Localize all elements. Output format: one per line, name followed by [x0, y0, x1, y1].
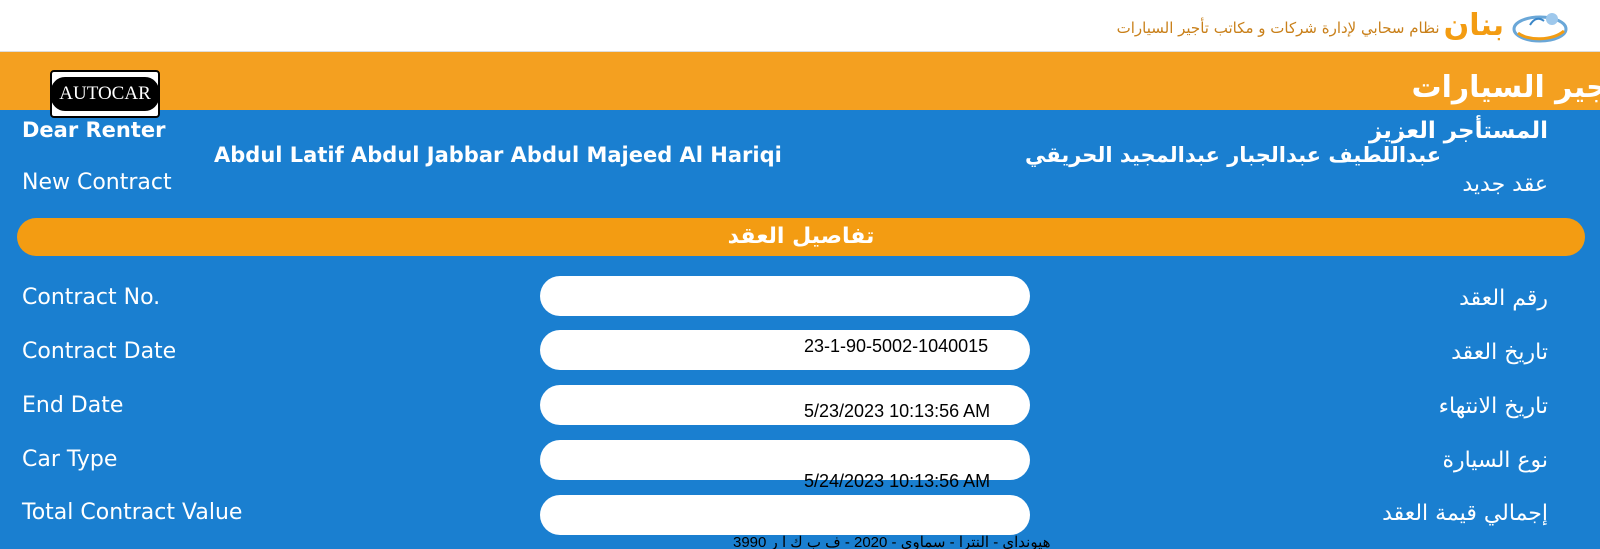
renter-name-ar: عبداللطيف عبدالجبار عبدالمجيد الحريقي: [1025, 143, 1442, 167]
contract-status-ar: عقد جديد: [1462, 172, 1548, 197]
greeting-ar: المستأجر العزيز: [1368, 118, 1548, 144]
autocar-logo-text: AUTOCAR: [51, 77, 159, 111]
car-cloud-logo-icon: [1508, 7, 1570, 45]
label-contract-date-ar: تاريخ العقد: [1451, 340, 1548, 365]
brand[interactable]: بنان نظام سحابي لإدارة شركات و مكاتب تأج…: [1117, 6, 1570, 46]
section-header-contract-details: تفاصيل العقد: [17, 218, 1585, 256]
brand-name: بنان: [1443, 8, 1504, 43]
label-contract-no-ar: رقم العقد: [1459, 286, 1548, 311]
greeting-en: Dear Renter: [22, 118, 166, 142]
label-total-value-ar: إجمالي قيمة العقد: [1382, 501, 1548, 526]
label-end-date-en: End Date: [22, 393, 124, 418]
label-end-date-ar: تاريخ الانتهاء: [1438, 394, 1548, 419]
brand-tagline: نظام سحابي لإدارة شركات و مكاتب تأجير ال…: [1116, 19, 1440, 37]
label-car-type-ar: نوع السيارة: [1442, 448, 1548, 473]
contract-no-field[interactable]: [540, 276, 1030, 316]
contract-number-value: 23-1-90-5002-1040015: [804, 336, 989, 356]
page-title: أجير السيارات: [1411, 70, 1600, 105]
car-type-value: هيونداي - النترا - سماوي - 2020 - ف ب ك …: [733, 534, 1051, 549]
title-band: [0, 52, 1600, 110]
label-contract-date-en: Contract Date: [22, 339, 177, 364]
total-value-field[interactable]: [540, 495, 1030, 535]
label-car-type-en: Car Type: [22, 447, 118, 472]
contract-status-en: New Contract: [22, 170, 172, 195]
autocar-logo: AUTOCAR: [50, 70, 160, 118]
top-header: بنان نظام سحابي لإدارة شركات و مكاتب تأج…: [0, 0, 1600, 52]
label-contract-no-en: Contract No.: [22, 285, 161, 310]
renter-name-en: Abdul Latif Abdul Jabbar Abdul Majeed Al…: [214, 143, 782, 167]
contract-date-value: 5/23/2023 10:13:56 AM: [804, 401, 991, 421]
end-date-value: 5/24/2023 10:13:56 AM: [804, 471, 991, 491]
label-total-value-en: Total Contract Value: [22, 500, 243, 525]
